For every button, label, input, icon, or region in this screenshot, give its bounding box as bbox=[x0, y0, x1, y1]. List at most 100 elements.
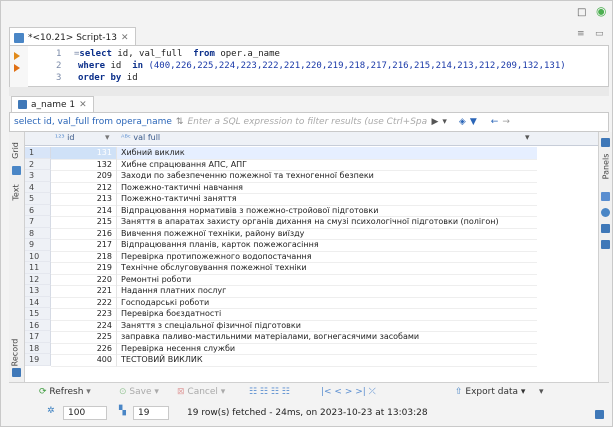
forward-icon[interactable]: → bbox=[502, 117, 510, 127]
fetch-size-input[interactable]: 100 bbox=[63, 406, 107, 420]
info-icon[interactable] bbox=[601, 208, 610, 217]
cancel-button[interactable]: ⊠ Cancel ▾ bbox=[177, 387, 225, 397]
table-row[interactable]: 17 225 заправка паливо-мастильними матеріа… bbox=[25, 331, 598, 344]
editor-gutter bbox=[10, 46, 28, 88]
row-edit-icons[interactable]: ☷ ☷ ☷ ☷ bbox=[249, 387, 290, 397]
table-row[interactable]: 3 209 Заходи по забезпеченню пожежної та т… bbox=[25, 170, 598, 183]
string-type-icon: ᴬᴮᶜ bbox=[121, 133, 131, 142]
panels-toggle[interactable]: Panels bbox=[601, 154, 610, 180]
table-row[interactable]: 12 220 Ремонтні роботи bbox=[25, 273, 598, 286]
table-row[interactable]: 5 213 Пожежно-тактичні заняття bbox=[25, 193, 598, 206]
record-toggle[interactable]: Record bbox=[10, 339, 19, 367]
filter-query-label[interactable]: select id, val_full from opera_name bbox=[14, 117, 172, 127]
row-number[interactable]: 4 bbox=[25, 181, 51, 193]
row-number[interactable]: 3 bbox=[25, 170, 51, 182]
table-row[interactable]: 14 222 Господарські роботи bbox=[25, 296, 598, 309]
column-header-val-full[interactable]: ᴬᴮᶜ val full bbox=[121, 133, 160, 142]
tab-script[interactable]: *<10.21> Script-13 ✕ bbox=[9, 27, 136, 45]
save-button[interactable]: ⊙ Save ▾ bbox=[119, 387, 159, 397]
refresh-icon: ⟳ bbox=[39, 387, 47, 397]
results-toolbar: ⟳ Refresh ▾ ⊙ Save ▾ ⊠ Cancel ▾ ☷ ☷ ☷ ☷ … bbox=[9, 382, 609, 402]
row-number[interactable]: 16 bbox=[25, 319, 51, 331]
results-tabbar: a_name 1 ✕ bbox=[9, 96, 609, 112]
toolbar-menu-icon[interactable]: ▾ bbox=[539, 387, 544, 397]
table-row[interactable]: 10 218 Перевірка протипожежного водопостач… bbox=[25, 250, 598, 263]
sort-icon[interactable]: ▾ bbox=[525, 133, 530, 143]
row-number[interactable]: 17 bbox=[25, 331, 51, 343]
erase-filter-icon[interactable]: ◈ bbox=[459, 117, 466, 127]
table-row[interactable]: 6 214 Відпрацювання нормативів з пожежно-с… bbox=[25, 204, 598, 217]
maximize-icon[interactable]: ◉ bbox=[596, 4, 606, 18]
cell-id[interactable]: 400 bbox=[51, 354, 117, 367]
row-number[interactable]: 14 bbox=[25, 296, 51, 308]
table-row[interactable]: 16 224 Заняття з спеціальної фізичної підг… bbox=[25, 319, 598, 332]
row-number[interactable]: 10 bbox=[25, 250, 51, 262]
status-icon[interactable] bbox=[595, 410, 604, 419]
filter-input[interactable]: Enter a SQL expression to filter results… bbox=[187, 117, 427, 127]
table-row[interactable]: 15 223 Перевірка боєздатності bbox=[25, 308, 598, 321]
results-tab-label: a_name 1 bbox=[31, 99, 76, 110]
sort-icon[interactable]: ▾ bbox=[105, 133, 110, 143]
table-row[interactable]: 8 216 Вивчення пожежної техніки, району ви… bbox=[25, 227, 598, 240]
table-row[interactable]: 4 212 Пожежно-тактичні навчання bbox=[25, 181, 598, 194]
refresh-button[interactable]: ⟳ Refresh ▾ bbox=[39, 387, 91, 397]
row-number[interactable]: 5 bbox=[25, 193, 51, 205]
restore-icon[interactable]: ▭ bbox=[595, 29, 604, 39]
fetch-size-icon: ✲ bbox=[47, 406, 55, 416]
status-message: 19 row(s) fetched - 24ms, on 2023-10-23 … bbox=[187, 408, 428, 418]
filter-history-icon[interactable]: ⇅ bbox=[176, 117, 184, 127]
grid-icon[interactable] bbox=[12, 166, 21, 175]
row-count-icon[interactable]: ▚ bbox=[119, 406, 126, 416]
run-filter-icon[interactable]: ▶ bbox=[431, 117, 438, 127]
row-number[interactable]: 9 bbox=[25, 239, 51, 251]
table-row[interactable]: 11 219 Технічне обслуговування пожежної те… bbox=[25, 262, 598, 275]
chart-icon[interactable] bbox=[601, 240, 610, 249]
tab-results[interactable]: a_name 1 ✕ bbox=[11, 96, 94, 112]
splitter[interactable] bbox=[9, 87, 609, 96]
row-number[interactable]: 8 bbox=[25, 227, 51, 239]
table-row[interactable]: 18 226 Перевірка несення служби bbox=[25, 342, 598, 355]
line-number: 2 bbox=[56, 61, 62, 71]
row-count-field: 19 bbox=[133, 406, 169, 420]
row-number[interactable]: 6 bbox=[25, 204, 51, 216]
filter-dropdown-icon[interactable]: ▾ bbox=[442, 117, 447, 127]
code-line-2: where id in (400,226,225,224,223,222,221… bbox=[78, 61, 566, 71]
export-data-button[interactable]: ⇧ Export data ▾ bbox=[455, 387, 525, 397]
table-row[interactable]: 9 217 Відпрацювання планів, карток пожежог… bbox=[25, 239, 598, 252]
minimize-icon[interactable]: □ bbox=[577, 7, 586, 18]
row-number[interactable]: 7 bbox=[25, 216, 51, 228]
execute-script-icon[interactable] bbox=[14, 64, 20, 72]
script-icon bbox=[14, 32, 24, 43]
pagination-controls[interactable]: |< < > >| ⤫ bbox=[321, 387, 376, 397]
sql-editor[interactable]: 1 =select id, val_full from oper.a_name … bbox=[9, 45, 609, 88]
panels-icon[interactable] bbox=[601, 138, 610, 147]
back-icon[interactable]: ← bbox=[491, 117, 499, 127]
table-row[interactable]: 2 132 Хибне спрацювання АПС, АПГ bbox=[25, 158, 598, 171]
table-row[interactable]: 13 221 Надання платних послуг bbox=[25, 285, 598, 298]
tab-title: *<10.21> Script-13 bbox=[28, 32, 118, 43]
row-number[interactable]: 1 bbox=[25, 147, 51, 159]
row-number[interactable]: 13 bbox=[25, 285, 51, 297]
close-icon[interactable]: ✕ bbox=[121, 33, 129, 43]
row-number[interactable]: 11 bbox=[25, 262, 51, 274]
cell-val-full[interactable]: ТЕСТОВИЙ ВИКЛИК bbox=[117, 354, 537, 367]
close-icon[interactable]: ✕ bbox=[79, 100, 87, 110]
view-menu-icon[interactable]: ≡ bbox=[577, 29, 585, 39]
table-row[interactable]: 19 400 ТЕСТОВИЙ ВИКЛИК bbox=[25, 354, 598, 367]
grid-layout-icon[interactable] bbox=[601, 192, 610, 201]
row-number[interactable]: 2 bbox=[25, 158, 51, 170]
text-toggle[interactable]: Text bbox=[12, 184, 21, 200]
grid-toggle[interactable]: Grid bbox=[11, 142, 20, 159]
row-number[interactable]: 19 bbox=[25, 354, 51, 366]
row-number[interactable]: 12 bbox=[25, 273, 51, 285]
record-icon[interactable] bbox=[12, 368, 21, 377]
table-row[interactable]: 7 215 Заняття в апаратах захисту органів д… bbox=[25, 216, 598, 229]
funnel-icon[interactable]: ▼ bbox=[470, 117, 477, 127]
table-row[interactable]: 1 131 Хибний виклик bbox=[25, 147, 598, 160]
calc-icon[interactable] bbox=[601, 224, 610, 233]
execute-statement-icon[interactable] bbox=[14, 52, 20, 60]
row-number[interactable]: 15 bbox=[25, 308, 51, 320]
row-number[interactable]: 18 bbox=[25, 342, 51, 354]
column-header-id[interactable]: ¹²³ id bbox=[55, 133, 74, 142]
left-side-panel: Grid Text Record bbox=[9, 132, 25, 382]
